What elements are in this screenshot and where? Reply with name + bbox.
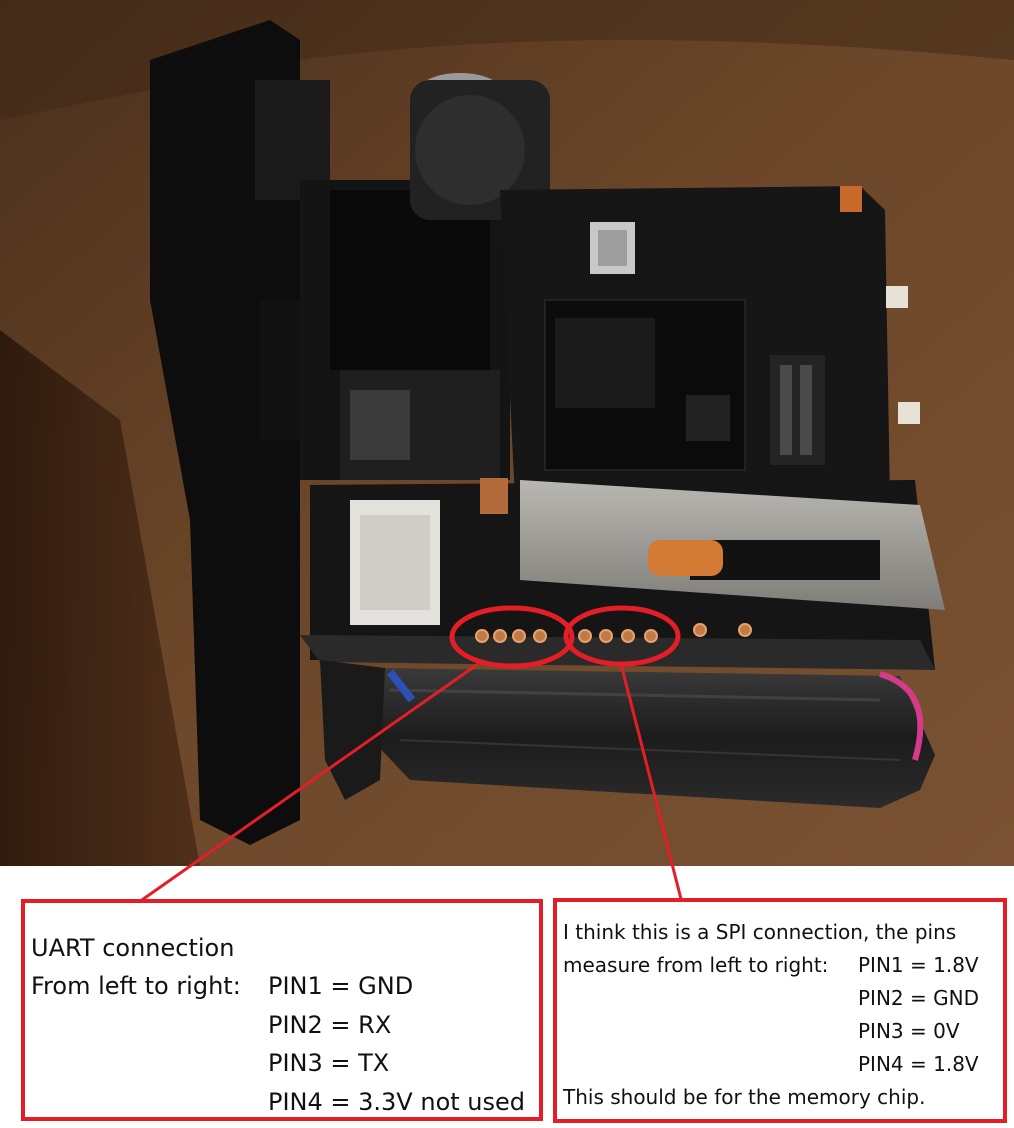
- uart-callout-box: UART connection From left to right: PIN1…: [21, 899, 543, 1121]
- spi-pin-3: PIN3 = 0V: [858, 1019, 960, 1043]
- uart-pin-1: PIN1 = GND: [268, 972, 414, 1000]
- uart-pin-4: PIN4 = 3.3V not used: [268, 1088, 526, 1116]
- uart-title: UART connection: [31, 934, 235, 962]
- spi-pin-1: PIN1 = 1.8V: [858, 953, 979, 977]
- spi-footer: This should be for the memory chip.: [563, 1085, 926, 1109]
- spi-callout-box: I think this is a SPI connection, the pi…: [553, 898, 1007, 1123]
- board-photo: [0, 0, 1014, 866]
- uart-lead: From left to right:: [31, 972, 241, 1000]
- spi-line-1: I think this is a SPI connection, the pi…: [563, 920, 957, 944]
- spi-lead: measure from left to right:: [563, 953, 829, 977]
- spi-pin-4: PIN4 = 1.8V: [858, 1052, 979, 1076]
- uart-pin-3: PIN3 = TX: [268, 1049, 390, 1077]
- spi-pin-2: PIN2 = GND: [858, 986, 979, 1010]
- uart-pin-2: PIN2 = RX: [268, 1011, 392, 1039]
